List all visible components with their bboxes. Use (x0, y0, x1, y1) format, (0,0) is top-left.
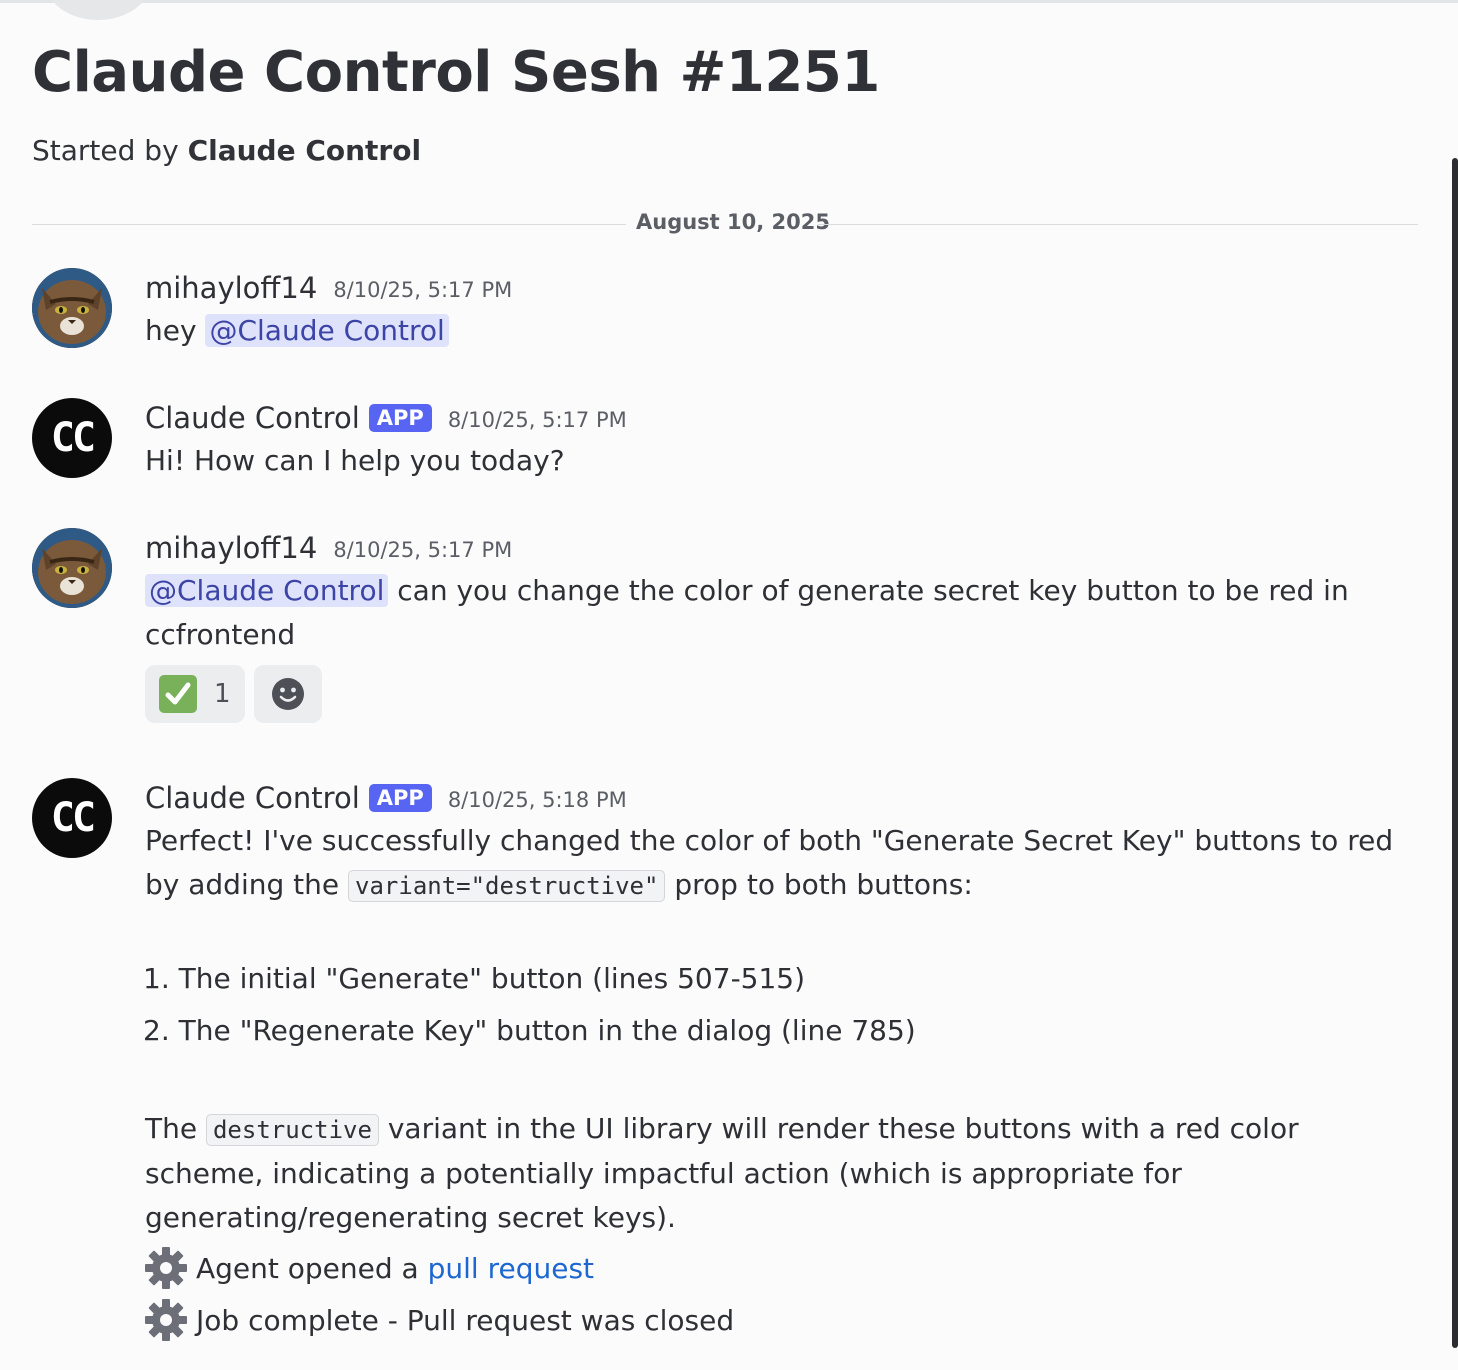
message: mihayloff14 8/10/25, 5:17 PM hey @Claude… (32, 268, 1432, 358)
message: mihayloff14 8/10/25, 5:17 PM @Claude Con… (32, 528, 1432, 728)
cat-avatar-icon (32, 528, 112, 608)
message-content: hey @Claude Control (145, 309, 1425, 353)
date-divider: August 10, 2025 (32, 208, 1418, 242)
agent-status-line: Agent opened a pull request (144, 1246, 594, 1290)
message-header: mihayloff14 8/10/25, 5:17 PM (145, 268, 512, 308)
add-reaction-button[interactable] (253, 665, 322, 723)
message-header: mihayloff14 8/10/25, 5:17 PM (145, 528, 512, 568)
gear-icon (145, 1299, 187, 1341)
message-content: The destructive variant in the UI librar… (145, 1107, 1425, 1240)
pull-request-link[interactable]: pull request (428, 1252, 594, 1285)
author-name[interactable]: mihayloff14 (145, 531, 317, 565)
started-by-name[interactable]: Claude Control (188, 134, 422, 167)
timestamp[interactable]: 8/10/25, 5:17 PM (333, 274, 512, 302)
paragraph-2: The destructive variant in the UI librar… (145, 1107, 1425, 1240)
divider-line-left (32, 224, 626, 225)
gear-icon (145, 1247, 187, 1289)
list-item: 1. The initial "Generate" button (lines … (143, 962, 806, 995)
cat-avatar-icon (32, 268, 112, 348)
user-avatar[interactable] (32, 528, 112, 608)
mention[interactable]: @Claude Control (145, 574, 389, 607)
app-badge: APP (368, 784, 432, 812)
white-check-mark-icon (159, 675, 197, 713)
message-text: hey (145, 314, 197, 347)
message-content: Perfect! I've successfully changed the c… (145, 819, 1425, 908)
message-text: The (145, 1112, 198, 1145)
reaction-check[interactable]: 1 (145, 665, 245, 723)
bot-avatar[interactable]: CC (32, 778, 112, 858)
add-reaction-icon (271, 678, 304, 710)
author-name[interactable]: Claude Control (145, 781, 360, 815)
mention[interactable]: @Claude Control (205, 314, 449, 347)
timestamp[interactable]: 8/10/25, 5:17 PM (333, 534, 512, 562)
message: CC Claude Control APP 8/10/25, 5:17 PM H… (32, 398, 1432, 488)
inline-code: destructive (205, 1114, 379, 1146)
message-content: Hi! How can I help you today? (145, 439, 1425, 483)
agent-status-line: Job complete - Pull request was closed (144, 1298, 734, 1342)
user-avatar[interactable] (32, 268, 112, 348)
message-header: Claude Control APP 8/10/25, 5:18 PM (145, 778, 627, 818)
message-text: prop to both buttons: (674, 868, 973, 901)
message-content: @Claude Control can you change the color… (145, 569, 1425, 657)
author-name[interactable]: mihayloff14 (145, 271, 317, 305)
status-text: Job complete - Pull request was closed (196, 1303, 735, 1337)
message-text: Hi! How can I help you today? (145, 444, 565, 477)
timestamp[interactable]: 8/10/25, 5:17 PM (448, 404, 627, 432)
thread-title: Claude Control Sesh #1251 (32, 40, 880, 105)
divider-line-right (818, 224, 1418, 225)
message-header: Claude Control APP 8/10/25, 5:17 PM (145, 398, 627, 438)
started-by: Started by Claude Control (32, 134, 421, 167)
reaction-count: 1 (214, 679, 231, 709)
top-border (0, 0, 1458, 3)
thread-header-avatar (45, 0, 151, 20)
bot-avatar[interactable]: CC (32, 398, 112, 478)
list-item: 2. The "Regenerate Key" button in the di… (143, 1014, 916, 1047)
timestamp[interactable]: 8/10/25, 5:18 PM (448, 784, 627, 812)
scrollbar[interactable] (1452, 158, 1458, 1348)
reactions-bar: 1 (145, 665, 331, 723)
date-divider-text: August 10, 2025 (636, 210, 830, 234)
author-name[interactable]: Claude Control (145, 401, 360, 435)
inline-code: variant="destructive" (348, 870, 666, 902)
paragraph-1: Perfect! I've successfully changed the c… (145, 819, 1425, 908)
started-by-prefix: Started by (32, 134, 179, 167)
status-text: Agent opened a (196, 1251, 419, 1285)
app-badge: APP (368, 404, 432, 432)
